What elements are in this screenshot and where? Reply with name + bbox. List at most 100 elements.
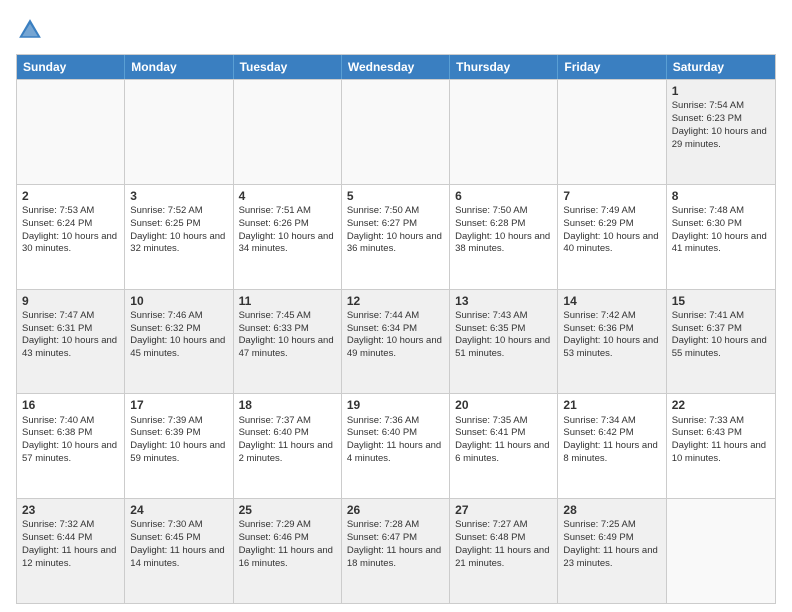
day-cell-11: 11Sunrise: 7:45 AM Sunset: 6:33 PM Dayli… (234, 290, 342, 394)
day-cell-13: 13Sunrise: 7:43 AM Sunset: 6:35 PM Dayli… (450, 290, 558, 394)
calendar-row-1: 2Sunrise: 7:53 AM Sunset: 6:24 PM Daylig… (17, 184, 775, 289)
day-number: 10 (130, 293, 227, 309)
day-info: Sunrise: 7:49 AM Sunset: 6:29 PM Dayligh… (563, 205, 658, 254)
weekday-header-wednesday: Wednesday (342, 55, 450, 79)
weekday-header-thursday: Thursday (450, 55, 558, 79)
day-info: Sunrise: 7:34 AM Sunset: 6:42 PM Dayligh… (563, 415, 657, 464)
day-number: 21 (563, 397, 660, 413)
day-cell-23: 23Sunrise: 7:32 AM Sunset: 6:44 PM Dayli… (17, 499, 125, 603)
weekday-header-saturday: Saturday (667, 55, 775, 79)
day-cell-20: 20 Sunrise: 7:35 AM Sunset: 6:41 PM Dayli… (450, 394, 558, 498)
day-info: Sunrise: 7:36 AM Sunset: 6:40 PM Dayligh… (347, 415, 441, 464)
day-info: Sunrise: 7:40 AM Sunset: 6:38 PM Dayligh… (22, 415, 117, 464)
day-cell-4: 4Sunrise: 7:51 AM Sunset: 6:26 PM Daylig… (234, 185, 342, 289)
day-info: Sunrise: 7:51 AM Sunset: 6:26 PM Dayligh… (239, 205, 334, 254)
day-cell-10: 10Sunrise: 7:46 AM Sunset: 6:32 PM Dayli… (125, 290, 233, 394)
calendar-row-4: 23Sunrise: 7:32 AM Sunset: 6:44 PM Dayli… (17, 498, 775, 603)
day-cell-27: 27Sunrise: 7:27 AM Sunset: 6:48 PM Dayli… (450, 499, 558, 603)
calendar-row-2: 9Sunrise: 7:47 AM Sunset: 6:31 PM Daylig… (17, 289, 775, 394)
day-cell-12: 12Sunrise: 7:44 AM Sunset: 6:34 PM Dayli… (342, 290, 450, 394)
day-info: Sunrise: 7:42 AM Sunset: 6:36 PM Dayligh… (563, 310, 658, 359)
calendar-row-3: 16 Sunrise: 7:40 AM Sunset: 6:38 PM Dayli… (17, 393, 775, 498)
empty-cell (558, 80, 666, 184)
weekday-header-tuesday: Tuesday (234, 55, 342, 79)
day-number: 24 (130, 502, 227, 518)
empty-cell (17, 80, 125, 184)
day-number: 23 (22, 502, 119, 518)
day-number: 6 (455, 188, 552, 204)
day-info: Sunrise: 7:35 AM Sunset: 6:41 PM Dayligh… (455, 415, 549, 464)
day-info: Sunrise: 7:29 AM Sunset: 6:46 PM Dayligh… (239, 519, 333, 568)
day-cell-28: 28Sunrise: 7:25 AM Sunset: 6:49 PM Dayli… (558, 499, 666, 603)
day-info: Sunrise: 7:48 AM Sunset: 6:30 PM Dayligh… (672, 205, 767, 254)
day-cell-22: 22 Sunrise: 7:33 AM Sunset: 6:43 PM Dayli… (667, 394, 775, 498)
day-cell-6: 6Sunrise: 7:50 AM Sunset: 6:28 PM Daylig… (450, 185, 558, 289)
day-number: 27 (455, 502, 552, 518)
empty-cell (667, 499, 775, 603)
page: SundayMondayTuesdayWednesdayThursdayFrid… (0, 0, 792, 612)
empty-cell (450, 80, 558, 184)
empty-cell (342, 80, 450, 184)
day-info: Sunrise: 7:47 AM Sunset: 6:31 PM Dayligh… (22, 310, 117, 359)
day-cell-15: 15Sunrise: 7:41 AM Sunset: 6:37 PM Dayli… (667, 290, 775, 394)
day-info: Sunrise: 7:41 AM Sunset: 6:37 PM Dayligh… (672, 310, 767, 359)
day-info: Sunrise: 7:28 AM Sunset: 6:47 PM Dayligh… (347, 519, 441, 568)
day-info: Sunrise: 7:46 AM Sunset: 6:32 PM Dayligh… (130, 310, 225, 359)
day-cell-25: 25Sunrise: 7:29 AM Sunset: 6:46 PM Dayli… (234, 499, 342, 603)
day-number: 9 (22, 293, 119, 309)
day-cell-24: 24Sunrise: 7:30 AM Sunset: 6:45 PM Dayli… (125, 499, 233, 603)
day-number: 20 (455, 397, 552, 413)
day-info: Sunrise: 7:54 AM Sunset: 6:23 PM Dayligh… (672, 100, 767, 149)
day-cell-18: 18 Sunrise: 7:37 AM Sunset: 6:40 PM Dayli… (234, 394, 342, 498)
day-number: 12 (347, 293, 444, 309)
day-cell-16: 16 Sunrise: 7:40 AM Sunset: 6:38 PM Dayli… (17, 394, 125, 498)
calendar: SundayMondayTuesdayWednesdayThursdayFrid… (16, 54, 776, 604)
day-info: Sunrise: 7:50 AM Sunset: 6:27 PM Dayligh… (347, 205, 442, 254)
day-info: Sunrise: 7:32 AM Sunset: 6:44 PM Dayligh… (22, 519, 116, 568)
day-info: Sunrise: 7:43 AM Sunset: 6:35 PM Dayligh… (455, 310, 550, 359)
day-number: 5 (347, 188, 444, 204)
day-number: 8 (672, 188, 770, 204)
logo (16, 16, 48, 44)
header (16, 16, 776, 44)
day-number: 19 (347, 397, 444, 413)
day-number: 1 (672, 83, 770, 99)
day-info: Sunrise: 7:44 AM Sunset: 6:34 PM Dayligh… (347, 310, 442, 359)
day-cell-5: 5Sunrise: 7:50 AM Sunset: 6:27 PM Daylig… (342, 185, 450, 289)
empty-cell (125, 80, 233, 184)
day-number: 15 (672, 293, 770, 309)
day-info: Sunrise: 7:45 AM Sunset: 6:33 PM Dayligh… (239, 310, 334, 359)
calendar-body: 1Sunrise: 7:54 AM Sunset: 6:23 PM Daylig… (17, 79, 775, 603)
day-cell-26: 26Sunrise: 7:28 AM Sunset: 6:47 PM Dayli… (342, 499, 450, 603)
day-info: Sunrise: 7:50 AM Sunset: 6:28 PM Dayligh… (455, 205, 550, 254)
day-info: Sunrise: 7:52 AM Sunset: 6:25 PM Dayligh… (130, 205, 225, 254)
day-number: 28 (563, 502, 660, 518)
day-number: 22 (672, 397, 770, 413)
day-info: Sunrise: 7:33 AM Sunset: 6:43 PM Dayligh… (672, 415, 766, 464)
day-number: 17 (130, 397, 227, 413)
day-cell-19: 19 Sunrise: 7:36 AM Sunset: 6:40 PM Dayli… (342, 394, 450, 498)
empty-cell (234, 80, 342, 184)
day-info: Sunrise: 7:39 AM Sunset: 6:39 PM Dayligh… (130, 415, 225, 464)
day-cell-14: 14Sunrise: 7:42 AM Sunset: 6:36 PM Dayli… (558, 290, 666, 394)
day-cell-21: 21 Sunrise: 7:34 AM Sunset: 6:42 PM Dayli… (558, 394, 666, 498)
day-number: 3 (130, 188, 227, 204)
weekday-header-friday: Friday (558, 55, 666, 79)
day-number: 16 (22, 397, 119, 413)
weekday-header-monday: Monday (125, 55, 233, 79)
day-cell-7: 7Sunrise: 7:49 AM Sunset: 6:29 PM Daylig… (558, 185, 666, 289)
day-number: 2 (22, 188, 119, 204)
day-cell-17: 17 Sunrise: 7:39 AM Sunset: 6:39 PM Dayli… (125, 394, 233, 498)
calendar-header: SundayMondayTuesdayWednesdayThursdayFrid… (17, 55, 775, 79)
day-info: Sunrise: 7:37 AM Sunset: 6:40 PM Dayligh… (239, 415, 333, 464)
day-info: Sunrise: 7:30 AM Sunset: 6:45 PM Dayligh… (130, 519, 224, 568)
weekday-header-sunday: Sunday (17, 55, 125, 79)
day-number: 11 (239, 293, 336, 309)
logo-icon (16, 16, 44, 44)
day-number: 4 (239, 188, 336, 204)
day-cell-9: 9Sunrise: 7:47 AM Sunset: 6:31 PM Daylig… (17, 290, 125, 394)
day-cell-8: 8Sunrise: 7:48 AM Sunset: 6:30 PM Daylig… (667, 185, 775, 289)
day-number: 18 (239, 397, 336, 413)
day-number: 13 (455, 293, 552, 309)
day-number: 14 (563, 293, 660, 309)
